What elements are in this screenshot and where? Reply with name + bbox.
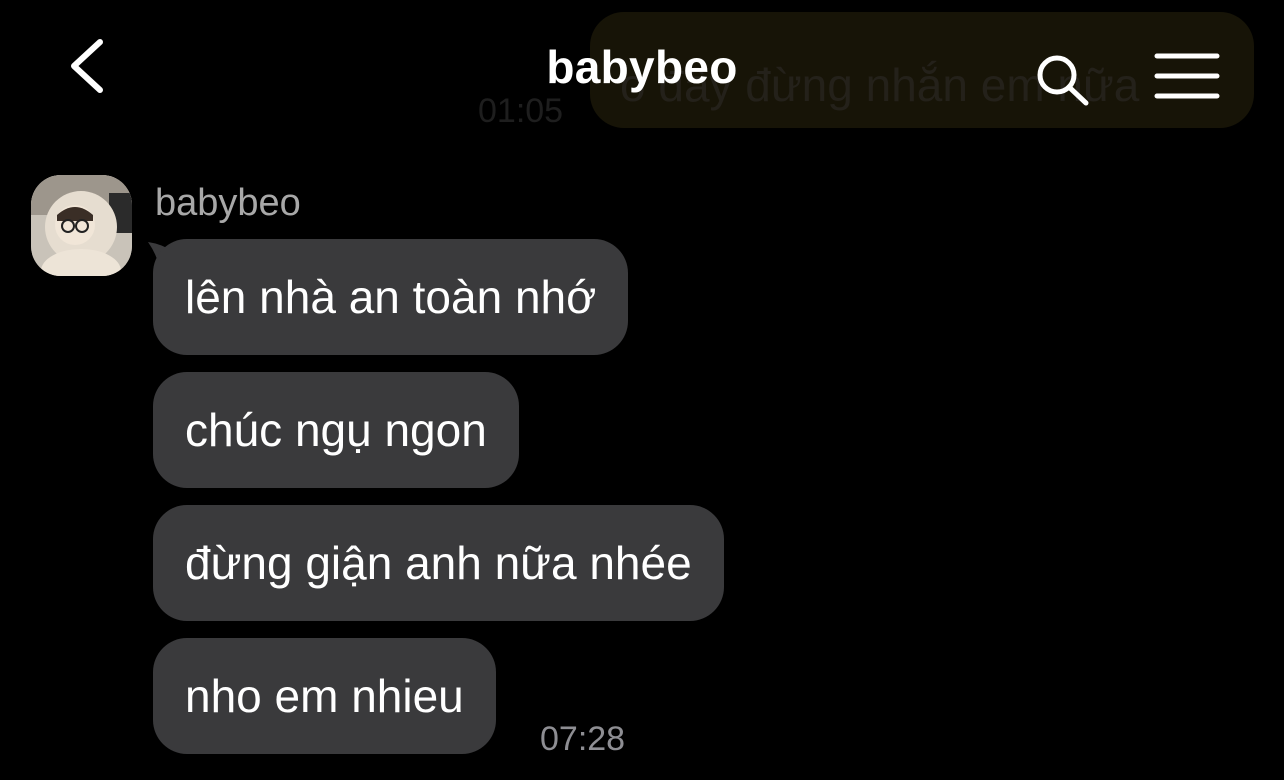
message-bubble[interactable]: nho em nhieu xyxy=(153,638,496,754)
message-text: chúc ngụ ngon xyxy=(185,404,487,456)
avatar[interactable] xyxy=(31,175,132,276)
hamburger-menu-icon[interactable] xyxy=(1154,52,1220,100)
message-bubble[interactable]: đừng giận anh nữa nhée xyxy=(153,505,724,621)
message-text: đừng giận anh nữa nhée xyxy=(185,537,692,589)
sender-name: babybeo xyxy=(155,182,301,224)
message-bubble[interactable]: lên nhà an toàn nhớ xyxy=(153,239,629,355)
message-text: lên nhà an toàn nhớ xyxy=(185,271,597,323)
message-bubble[interactable]: chúc ngụ ngon xyxy=(153,372,519,488)
search-icon[interactable] xyxy=(1034,52,1092,108)
message-timestamp: 07:28 xyxy=(540,720,626,758)
previous-message-time: 01:05 xyxy=(478,92,564,130)
message-text: nho em nhieu xyxy=(185,670,464,722)
